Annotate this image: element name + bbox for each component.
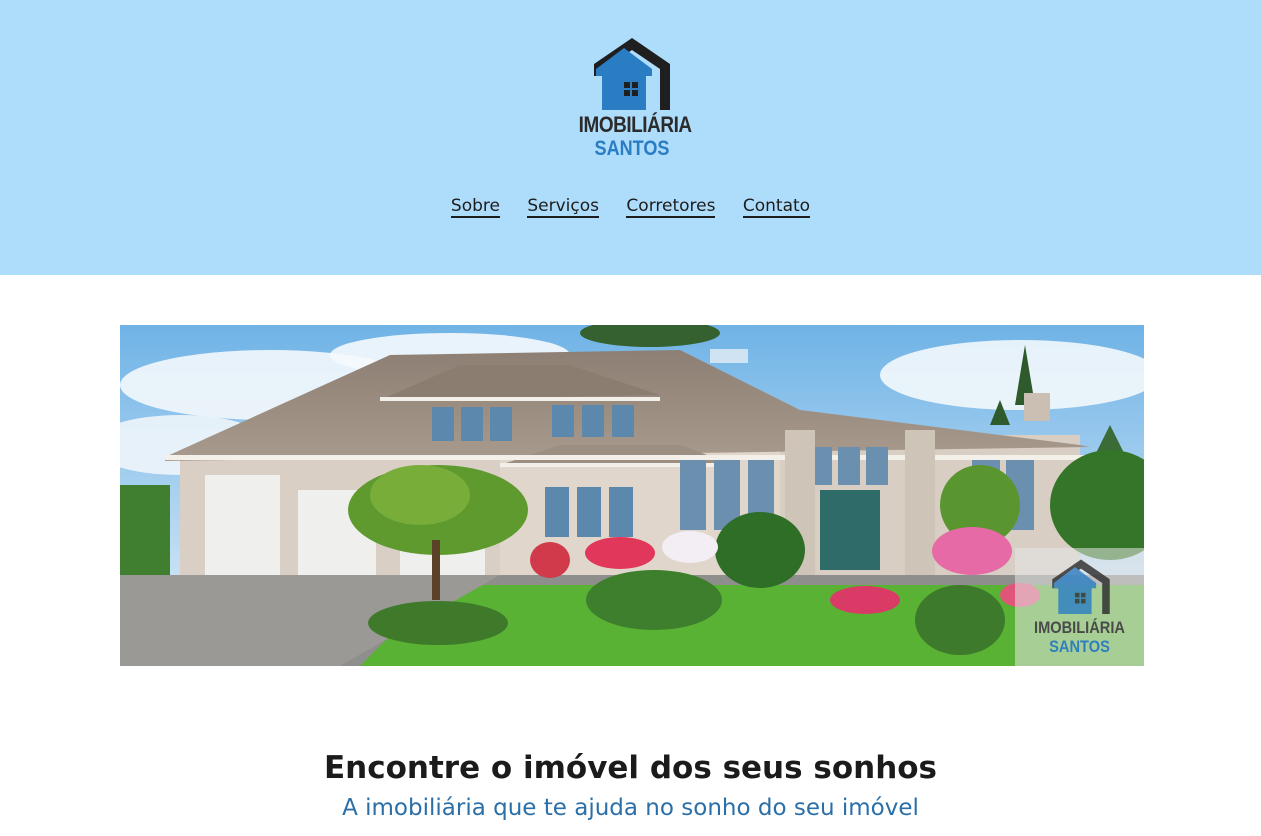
site-header: IMOBILIÁRIA SANTOS Sobre Serviços Corret…: [0, 0, 1261, 275]
nav-link-servicos[interactable]: Serviços: [527, 196, 600, 218]
nav-link-sobre[interactable]: Sobre: [450, 196, 500, 218]
brand-name-line2: SANTOS: [594, 137, 670, 160]
nav-link-corretores[interactable]: Corretores: [626, 196, 716, 218]
page-subheadline: A imobiliária que te ajuda no sonho do s…: [342, 795, 919, 821]
nav-link-contato[interactable]: Contato: [742, 196, 811, 218]
watermark-line1: IMOBILIÁRIA: [1034, 618, 1125, 637]
brand-name-line1: IMOBILIÁRIA: [578, 112, 692, 137]
main-nav: Sobre Serviços Corretores Contato: [0, 196, 1261, 218]
hero-watermark: IMOBILIÁRIA SANTOS: [1015, 548, 1144, 666]
house-logo-icon: [594, 38, 670, 110]
brand-logo[interactable]: IMOBILIÁRIA SANTOS: [570, 36, 694, 166]
house-photo: [120, 325, 1144, 666]
watermark-line2: SANTOS: [1049, 637, 1110, 656]
hero-house-photo: IMOBILIÁRIA SANTOS: [120, 325, 1144, 666]
house-watermark-icon: [1052, 559, 1110, 614]
page-headline: Encontre o imóvel dos seus sonhos: [323, 750, 938, 786]
